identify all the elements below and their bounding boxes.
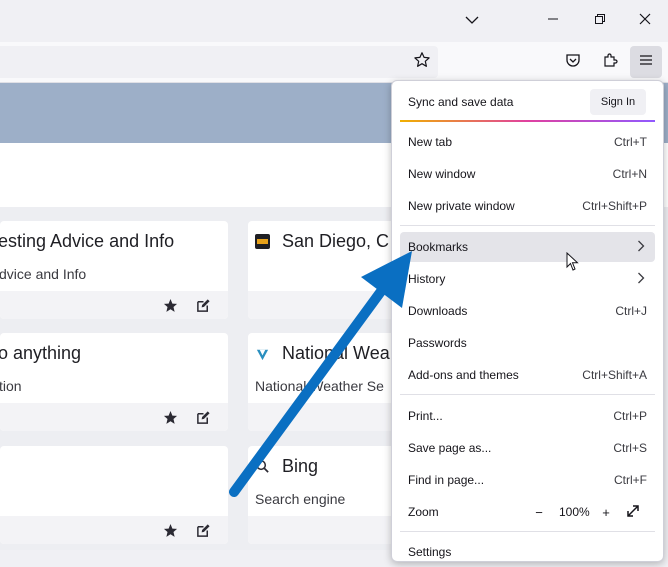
annotation-arrow-icon <box>229 251 412 497</box>
